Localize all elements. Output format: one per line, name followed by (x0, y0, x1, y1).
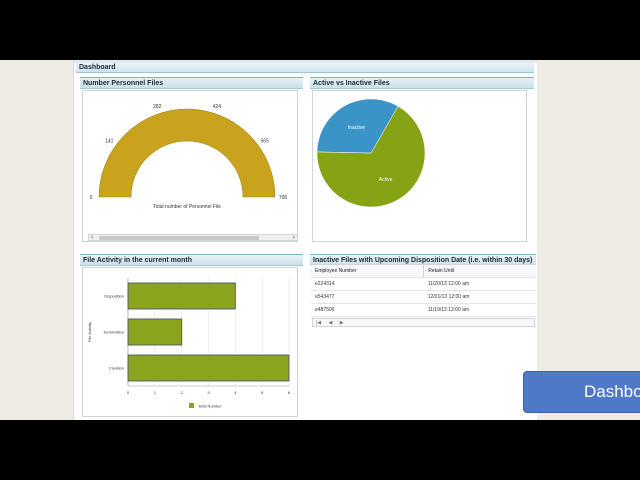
presentation-slide: Dashboard Number Personnel Files 0 141 282… (0, 60, 640, 420)
retain-until-cell: 11/19/13 12:00 am (423, 303, 536, 317)
employee-number-cell: e224314 (311, 277, 424, 291)
previous-page-icon[interactable]: ◀ (329, 320, 333, 326)
gauge-chart: 0 141 282 424 565 706 Total number of Personne… (90, 104, 288, 210)
x-tick-label: 6 (288, 390, 291, 395)
gauge-panel-title: Number Personnel Files (80, 77, 303, 89)
x-tick-label: 1 (154, 390, 157, 395)
category-label: Creation (109, 366, 124, 371)
first-page-icon[interactable]: |◀ (316, 320, 321, 326)
scroll-right-icon[interactable]: › (293, 233, 295, 242)
dashboard-slide-button[interactable]: Dashboard (523, 371, 640, 413)
next-page-icon[interactable]: ▶ (340, 320, 344, 326)
table-row[interactable]: e487500 11/19/13 12:00 am (311, 303, 536, 317)
table-row[interactable]: e224314 11/20/13 12:00 am (311, 277, 536, 291)
column-header-employee-number[interactable]: Employee Number (311, 264, 425, 278)
table-header-row: Employee Number Retain Until (311, 264, 536, 278)
bar-panel-title: File Activity in the current month (80, 254, 303, 266)
x-tick-label: 4 (234, 390, 237, 395)
column-header-retain-until[interactable]: Retain Until (423, 264, 536, 278)
retain-until-cell: 12/01/13 12:00 am (423, 290, 536, 304)
pie-panel-title: Active vs Inactive Files (310, 77, 534, 89)
employee-number-cell: e543477 (311, 290, 424, 304)
y-axis-title: File Activity (87, 322, 92, 342)
pie-label-active: Active (379, 177, 393, 183)
bar-termination (127, 318, 183, 346)
gauge-tick-label: 706 (279, 195, 288, 201)
dashboard-title: Dashboard (76, 63, 534, 73)
legend-label: Total Number (198, 404, 222, 409)
gauge-tick-label: 0 (90, 195, 93, 201)
legend-swatch (189, 403, 194, 408)
retain-until-cell: 11/20/13 12:00 am (423, 277, 536, 291)
scrollbar-thumb[interactable] (99, 236, 259, 240)
bar-disposition (127, 282, 236, 310)
x-tick-label: 3 (207, 390, 210, 395)
horizontal-scrollbar[interactable]: ‹ › (88, 234, 298, 241)
gauge-tick-label: 141 (105, 139, 114, 145)
table-pager: |◀ ◀ ▶ (312, 318, 535, 327)
gauge-tick-label: 565 (261, 139, 270, 145)
bar-creation (127, 354, 290, 382)
employee-number-cell: e487500 (311, 303, 424, 317)
x-tick-label: 2 (181, 390, 184, 395)
gauge-panel: 0 141 282 424 565 706 Total number of Personne… (82, 90, 298, 242)
gauge-arc (98, 108, 276, 198)
category-label: Disposition (104, 294, 124, 299)
category-label: Termination (103, 330, 124, 335)
bar-panel: 0 1 2 3 4 5 6 Disposition Termination Creation Fil… (82, 267, 298, 417)
pie-panel: Active Inactive (312, 90, 527, 242)
pie-chart: Active Inactive (316, 98, 426, 208)
pie-label-inactive: Inactive (348, 125, 365, 131)
gauge-tick-label: 282 (153, 104, 162, 110)
gauge-tick-label: 424 (213, 104, 222, 110)
bar-chart: 0 1 2 3 4 5 6 Disposition Termination Creation Fil… (87, 278, 291, 409)
x-tick-label: 5 (261, 390, 264, 395)
scroll-left-icon[interactable]: ‹ (91, 233, 93, 242)
x-tick-label: 0 (127, 390, 130, 395)
gauge-caption: Total number of Personnel File (153, 204, 221, 210)
table-row[interactable]: e543477 12/01/13 12:00 am (311, 290, 536, 304)
disposition-table: Employee Number Retain Until e224314 11/… (311, 264, 536, 317)
